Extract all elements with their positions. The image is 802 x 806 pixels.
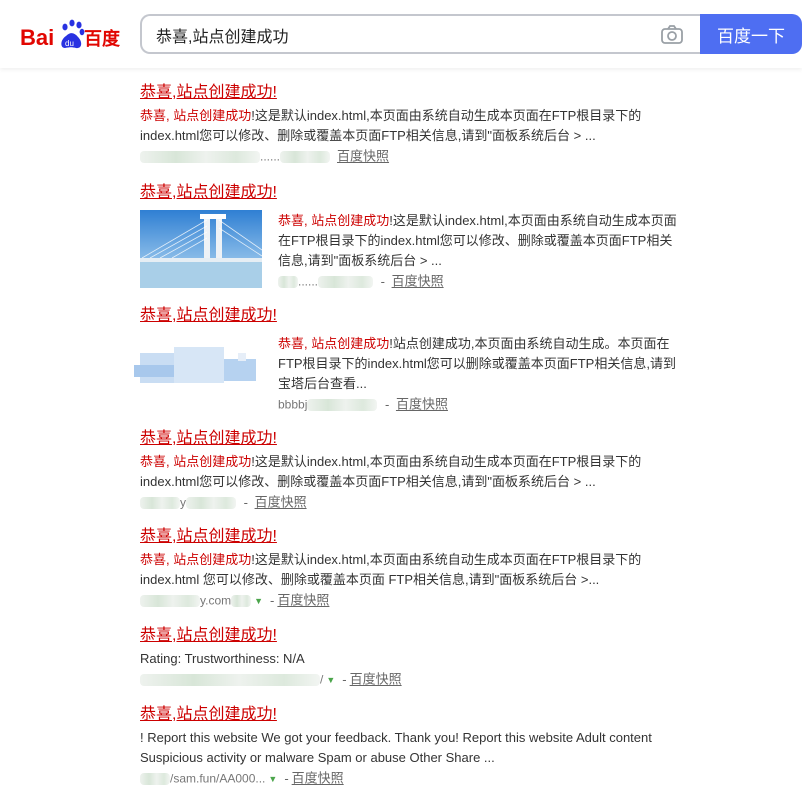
result-url-row: /sam.fun/AA000... ▼ - 百度快照	[140, 769, 700, 787]
result-title-link[interactable]: 恭喜,站点创建成功!	[140, 82, 700, 104]
snapshot-link[interactable]: 百度快照	[292, 771, 344, 786]
blurred-url	[140, 673, 320, 686]
result-title-link[interactable]: 恭喜,站点创建成功!	[140, 704, 700, 726]
snapshot-link[interactable]: 百度快照	[350, 672, 402, 687]
result-side: 恭喜, 站点创建成功!这是默认index.html,本页面由系统自动生成本页面在…	[278, 209, 678, 290]
result-thumbnail[interactable]	[140, 210, 262, 288]
abstract-text: Rating: Trustworthiness: N/A	[140, 651, 305, 666]
snapshot-link[interactable]: 百度快照	[277, 593, 329, 608]
svg-text:Bai: Bai	[20, 25, 54, 50]
snapshot-link[interactable]: 百度快照	[337, 149, 389, 164]
result-item: 恭喜,站点创建成功! 恭喜, 站点创建成功!站点创建成功,本页面由系统自动生成。…	[134, 305, 700, 412]
result-item: 恭喜,站点创建成功! Rating: Trustworthiness: N/A …	[140, 625, 700, 688]
result-abstract: 恭喜, 站点创建成功!这是默认index.html,本页面由系统自动生成本页面在…	[140, 106, 700, 146]
result-thumbnail[interactable]	[134, 333, 256, 411]
snapshot-link[interactable]: 百度快照	[392, 274, 444, 289]
result-item: 恭喜,站点创建成功! 恭喜, 站点创建成功!这是默认index.html,本页面…	[140, 428, 700, 511]
result-item: 恭喜,站点创建成功! 恭喜, 站点创建成功!这是默认index.html,本页面…	[140, 182, 700, 289]
result-abstract: ! Report this website We got your feedba…	[140, 728, 700, 768]
blurred-url	[231, 594, 252, 607]
result-item: 恭喜,站点创建成功! 恭喜, 站点创建成功!这是默认index.html,本页面…	[140, 82, 700, 165]
svg-text:百度: 百度	[84, 28, 121, 50]
search-button[interactable]: 百度一下	[700, 14, 802, 54]
snapshot-link[interactable]: 百度快照	[396, 397, 448, 412]
baidu-logo[interactable]: Bai du 百度	[20, 18, 124, 52]
result-url[interactable]: ......	[298, 275, 318, 289]
result-abstract: 恭喜, 站点创建成功!这是默认index.html,本页面由系统自动生成本页面在…	[140, 452, 700, 492]
result-url-row: / ▼ - 百度快照	[140, 670, 700, 688]
snapshot-link[interactable]: 百度快照	[255, 495, 307, 510]
result-title-link[interactable]: 恭喜,站点创建成功!	[140, 305, 700, 327]
result-title-link[interactable]: 恭喜,站点创建成功!	[140, 526, 700, 548]
camera-icon[interactable]	[660, 24, 684, 46]
result-url[interactable]: /	[320, 673, 323, 687]
result-url[interactable]: bbbbj	[278, 398, 307, 412]
result-title-link[interactable]: 恭喜,站点创建成功!	[140, 428, 700, 450]
blurred-url	[140, 496, 180, 509]
result-url-row: ...... - 百度快照	[278, 272, 678, 290]
blurred-url	[140, 772, 170, 785]
abstract-highlight: 恭喜, 站点创建成功	[140, 552, 252, 567]
abstract-highlight: 恭喜, 站点创建成功	[140, 108, 252, 123]
result-abstract: 恭喜, 站点创建成功!这是默认index.html,本页面由系统自动生成本页面在…	[278, 211, 678, 271]
result-url-row: ...... 百度快照	[140, 147, 700, 165]
abstract-highlight: 恭喜, 站点创建成功	[278, 336, 390, 351]
result-url[interactable]: y.com	[200, 594, 231, 608]
result-url-row: bbbbj - 百度快照	[278, 396, 448, 412]
search-input[interactable]	[156, 24, 636, 46]
result-abstract: 恭喜, 站点创建成功!这是默认index.html,本页面由系统自动生成本页面在…	[140, 550, 700, 590]
url-dropdown-arrow-icon[interactable]: ▼	[326, 675, 335, 685]
result-abstract: 恭喜, 站点创建成功!站点创建成功,本页面由系统自动生成。本页面在FTP根目录下…	[278, 334, 678, 394]
blurred-url	[140, 150, 260, 163]
blurred-url	[140, 594, 200, 607]
search-box	[140, 14, 700, 54]
abstract-text: ! Report this website We got your feedba…	[140, 730, 652, 765]
blurred-url	[307, 398, 378, 411]
url-dropdown-arrow-icon[interactable]: ▼	[254, 596, 263, 606]
result-item: 恭喜,站点创建成功! 恭喜, 站点创建成功!这是默认index.html,本页面…	[140, 526, 700, 609]
result-title-link[interactable]: 恭喜,站点创建成功!	[140, 625, 700, 647]
blurred-url	[318, 275, 374, 288]
blurred-url	[186, 496, 236, 509]
result-url-row: y.com ▼ - 百度快照	[140, 591, 700, 609]
result-url[interactable]: /sam.fun/AA000...	[170, 772, 265, 786]
svg-text:du: du	[65, 39, 74, 48]
result-abstract: Rating: Trustworthiness: N/A	[140, 649, 700, 669]
result-title-link[interactable]: 恭喜,站点创建成功!	[140, 182, 700, 204]
result-url-row: y - 百度快照	[140, 493, 700, 511]
abstract-highlight: 恭喜, 站点创建成功	[140, 454, 252, 469]
abstract-highlight: 恭喜, 站点创建成功	[278, 213, 390, 228]
result-side: 恭喜, 站点创建成功!站点创建成功,本页面由系统自动生成。本页面在FTP根目录下…	[278, 332, 678, 413]
blurred-url	[278, 275, 298, 288]
result-url[interactable]: ......	[260, 150, 280, 164]
result-item: 恭喜,站点创建成功! ! Report this website We got …	[140, 704, 700, 787]
blurred-url	[280, 150, 331, 163]
url-dropdown-arrow-icon[interactable]: ▼	[268, 774, 277, 784]
header-bar: Bai du 百度 百度一下	[0, 0, 802, 68]
